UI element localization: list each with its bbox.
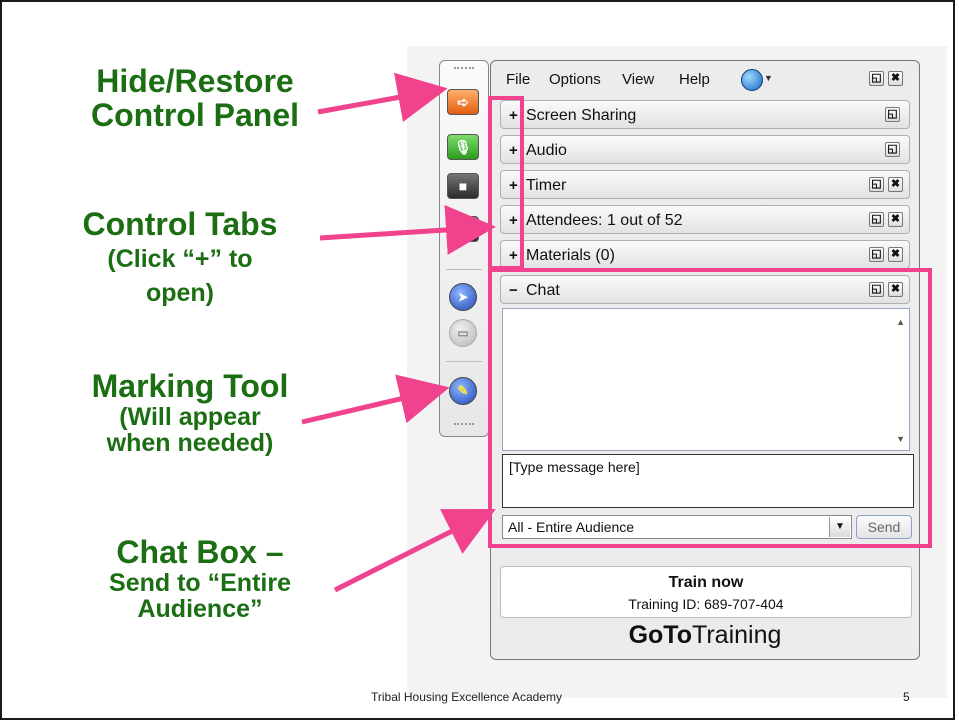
menu-file[interactable]: File [506, 71, 530, 88]
undock-button[interactable]: ◱ [869, 247, 884, 262]
play-icon: ▶ [457, 220, 469, 237]
chevron-down-icon[interactable]: ▼ [764, 73, 773, 83]
window-restore-button[interactable]: ◱ [869, 71, 884, 86]
logo-bold: GoTo [628, 621, 692, 649]
hide-restore-button[interactable]: ➪ [447, 89, 479, 115]
training-id: Training ID: 689-707-404 [628, 596, 784, 612]
page-number: 5 [903, 690, 910, 704]
tab-attendees[interactable]: + Attendees: 1 out of 52 ◱ ✖ [500, 205, 910, 234]
toolbar-grip-bottom[interactable] [454, 423, 474, 428]
menu-options[interactable]: Options [549, 71, 601, 88]
pointer-tool-button[interactable]: ➤ [449, 283, 477, 311]
tab-label: Screen Sharing [526, 107, 637, 124]
undock-button[interactable]: ◱ [869, 177, 884, 192]
microphone-icon: 🎙 [454, 138, 472, 155]
globe-icon[interactable] [741, 69, 763, 91]
training-info: Train now Training ID: 689-707-404 [500, 566, 912, 618]
chat-box-line1: Chat Box – [116, 534, 284, 570]
marking-tool-button[interactable]: ✎ [449, 377, 477, 405]
training-title: Train now [668, 574, 744, 591]
present-tool-button[interactable]: ▭ [449, 319, 477, 347]
toolbar-grip-top[interactable] [454, 67, 474, 72]
tab-label: Timer [526, 177, 567, 194]
tab-screen-sharing[interactable]: + Screen Sharing ◱ [500, 100, 910, 129]
marking-tool-line1: Marking Tool [91, 368, 289, 404]
tab-label: Materials (0) [526, 247, 615, 264]
arrow-right-icon: ➪ [457, 93, 469, 110]
menu-help[interactable]: Help [679, 71, 710, 88]
close-button[interactable]: ✖ [888, 177, 903, 192]
tab-materials[interactable]: + Materials (0) ◱ ✖ [500, 240, 910, 269]
tab-label: Audio [526, 142, 567, 159]
tab-audio[interactable]: + Audio ◱ [500, 135, 910, 164]
menu-view[interactable]: View [622, 71, 654, 88]
highlighter-icon: ✎ [457, 383, 469, 398]
footer-text: Tribal Housing Excellence Academy [371, 690, 562, 704]
marking-tool-annotation: Marking Tool (Will appear when needed) [45, 368, 335, 457]
undock-button[interactable]: ◱ [885, 107, 900, 122]
chat-box-annotation: Chat Box – Send to “Entire Audience” [55, 534, 345, 623]
window-close-button[interactable]: ✖ [888, 71, 903, 86]
marking-tool-line2: (Will appear [119, 402, 261, 431]
toolbar-divider [446, 269, 482, 270]
close-button[interactable]: ✖ [888, 212, 903, 227]
camera-icon: ■ [458, 178, 468, 194]
gototraining-logo: GoToTraining [491, 621, 919, 650]
logo-regular: Training [692, 621, 782, 649]
close-button[interactable]: ✖ [888, 247, 903, 262]
webcam-button[interactable]: ■ [447, 173, 479, 199]
cursor-icon: ➤ [457, 290, 469, 304]
toolbar-divider [446, 361, 482, 362]
hide-restore-line2: Control Panel [90, 96, 299, 133]
marking-tool-line3: when needed) [106, 428, 274, 457]
control-tabs-line1: Control Tabs [82, 206, 278, 242]
tab-timer[interactable]: + Timer ◱ ✖ [500, 170, 910, 199]
tab-label: Attendees: 1 out of 52 [526, 212, 683, 229]
control-tabs-highlight [488, 96, 524, 270]
control-tabs-annotation: Control Tabs (Click “+” to open) [35, 206, 325, 307]
undock-button[interactable]: ◱ [885, 142, 900, 157]
hide-restore-annotation: Hide/Restore Control Panel [50, 63, 340, 133]
control-toolbar: ➪ 🎙 ■ ▶ ➤ ▭ ✎ [439, 60, 489, 437]
menu-bar: File Options View Help ▼ ◱ ✖ [491, 61, 919, 97]
presentation-icon: ▭ [457, 326, 469, 340]
control-tabs-line3: open) [145, 278, 215, 307]
hide-restore-line1: Hide/Restore [96, 63, 294, 99]
chat-box-line2: Send to “Entire [109, 568, 291, 597]
chat-box-highlight [488, 268, 932, 548]
control-tabs-line2: (Click “+” to [107, 244, 253, 273]
microphone-button[interactable]: 🎙 [447, 134, 479, 160]
undock-button[interactable]: ◱ [869, 212, 884, 227]
chat-box-line3: Audience” [137, 594, 263, 623]
screen-share-button[interactable]: ▶ [447, 216, 479, 242]
